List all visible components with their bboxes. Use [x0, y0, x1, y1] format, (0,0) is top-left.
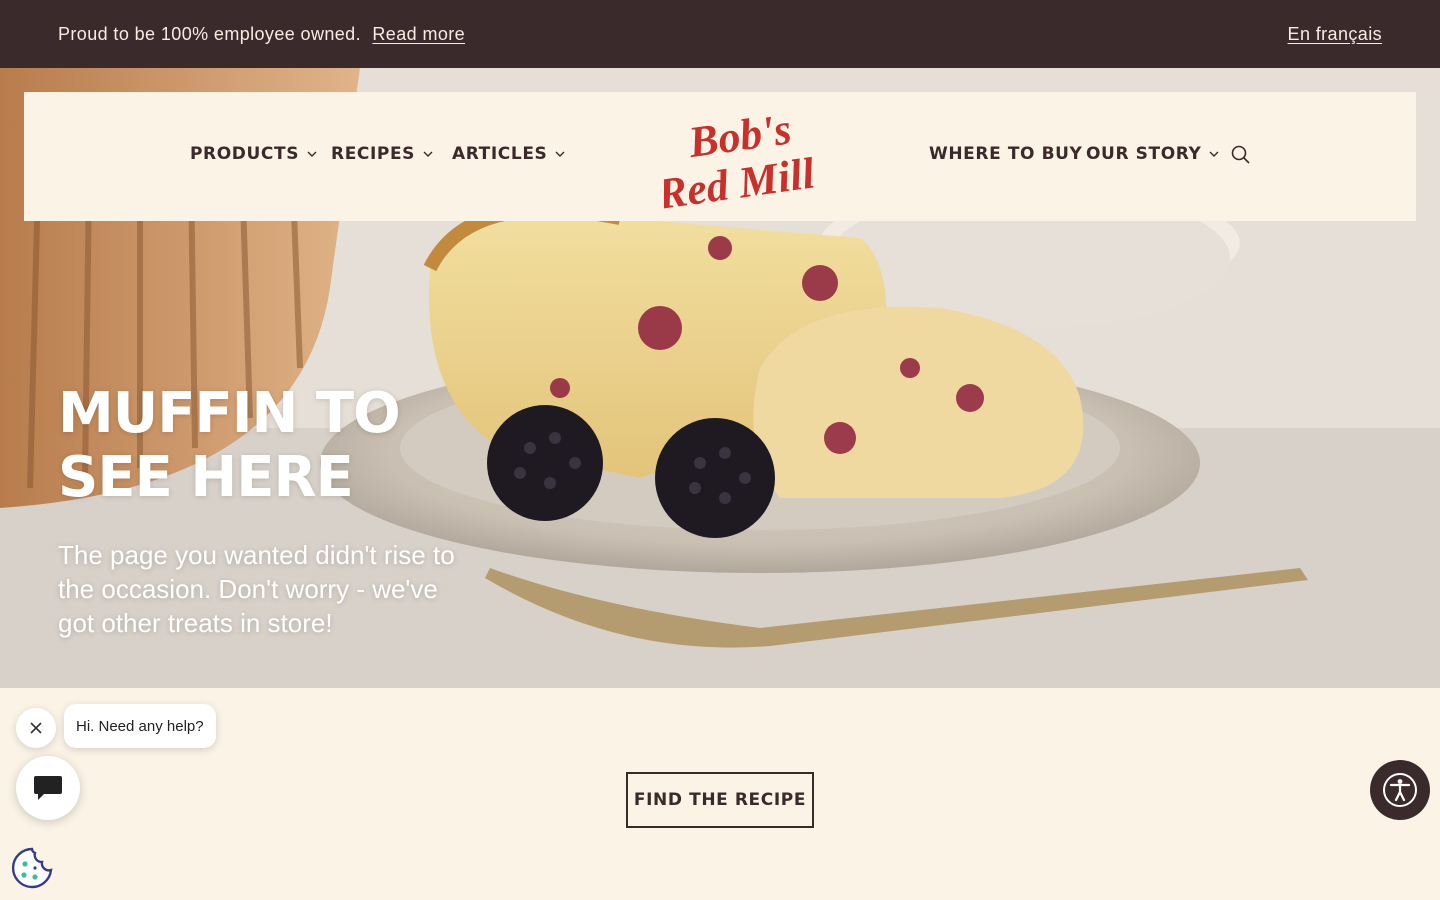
find-recipe-button[interactable]: FIND THE RECIPE	[626, 772, 814, 828]
announcement-text: Proud to be 100% employee owned.	[58, 23, 361, 44]
accessibility-button[interactable]	[1370, 760, 1430, 820]
search-icon[interactable]	[1230, 144, 1252, 166]
chevron-down-icon	[1209, 151, 1219, 157]
chevron-down-icon	[555, 151, 565, 157]
chat-greeting-bubble[interactable]: Hi. Need any help?	[64, 704, 216, 748]
chevron-down-icon	[307, 151, 317, 157]
logo-text-redmill: Red Mill	[664, 148, 814, 212]
hero-title: MUFFIN TO SEE HERE	[58, 381, 401, 510]
bobs-red-mill-logo[interactable]: Bob's Red Mill	[664, 104, 814, 212]
chevron-down-icon	[423, 151, 433, 157]
announcement-bar: Proud to be 100% employee owned. Read mo…	[0, 0, 1440, 68]
main-nav: PRODUCTS RECIPES ARTICLES Bob's Red Mill…	[24, 92, 1416, 221]
nav-where-to-buy-label: WHERE TO BUY	[929, 144, 1083, 164]
hero-text: MUFFIN TO SEE HERE The page you wanted d…	[58, 382, 498, 640]
nav-products-label: PRODUCTS	[190, 144, 300, 164]
accessibility-icon	[1383, 773, 1417, 807]
chat-icon	[34, 776, 62, 800]
close-icon	[30, 722, 42, 734]
nav-recipes-label: RECIPES	[331, 144, 416, 164]
nav-our-story[interactable]: OUR STORY	[1086, 144, 1219, 164]
nav-articles-label: ARTICLES	[452, 144, 548, 164]
read-more-link[interactable]: Read more	[372, 24, 465, 44]
announcement-left: Proud to be 100% employee owned. Read mo…	[58, 24, 465, 45]
language-link[interactable]: En français	[1288, 24, 1382, 45]
hero-subtitle: The page you wanted didn't rise to the o…	[58, 540, 455, 638]
cookie-icon[interactable]	[10, 846, 54, 890]
nav-recipes[interactable]: RECIPES	[331, 144, 433, 164]
chat-close-button[interactable]	[16, 708, 56, 748]
nav-products[interactable]: PRODUCTS	[190, 144, 317, 164]
nav-where-to-buy[interactable]: WHERE TO BUY	[929, 144, 1082, 164]
chat-launcher-button[interactable]	[16, 756, 80, 820]
nav-articles[interactable]: ARTICLES	[452, 144, 565, 164]
nav-our-story-label: OUR STORY	[1086, 144, 1202, 164]
